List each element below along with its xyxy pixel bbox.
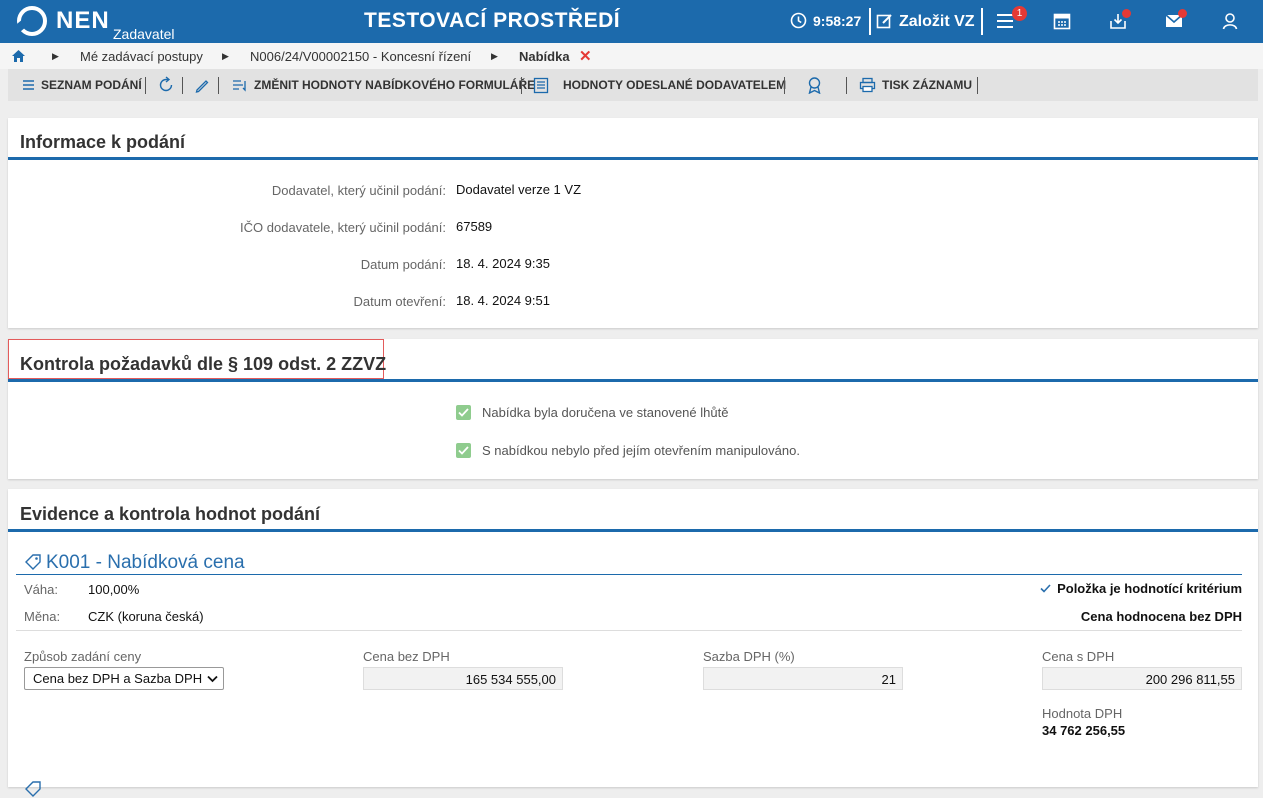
user-icon[interactable]: [1219, 10, 1241, 32]
delivered-on-time-checkbox[interactable]: [456, 405, 471, 420]
award-button[interactable]: [806, 69, 823, 101]
supplier-label: Dodavatel, který učinil podání:: [271, 183, 446, 198]
submission-info-title: Informace k podání: [20, 132, 186, 152]
toolbar-divider: [182, 77, 183, 94]
price-incl-vat-field: 200 296 811,55: [1042, 667, 1242, 690]
sort-lines-icon: [233, 80, 246, 92]
edit-icon: [876, 14, 892, 29]
chevron-down-icon: [207, 675, 218, 683]
logo-subtitle: Zadavatel: [113, 26, 175, 42]
change-form-values-button[interactable]: ZMĚNIT HODNOTY NABÍDKOVÉHO FORMULÁŘE: [232, 69, 535, 101]
submission-date-value: 18. 4. 2024 9:35: [456, 256, 550, 271]
supplier-ico-label: IČO dodavatele, který učinil podání:: [240, 220, 446, 235]
price-tag-icon: [25, 781, 41, 797]
vat-rate-label: Sazba DPH (%): [703, 649, 795, 664]
price-excl-vat-field[interactable]: 165 534 555,00: [363, 667, 563, 690]
chevron-right-icon: ▶: [491, 51, 498, 61]
top-bar: NEN Zadavatel TESTOVACÍ PROSTŘEDÍ 9:58:2…: [0, 0, 1263, 43]
environment-title: TESTOVACÍ PROSTŘEDÍ: [364, 9, 621, 32]
printer-icon: [859, 77, 876, 93]
chevron-right-icon: ▶: [222, 51, 229, 61]
submissions-list-button[interactable]: SEZNAM PODÁNÍ: [22, 69, 142, 101]
award-icon: [808, 77, 821, 94]
evaluated-label: Cena hodnocena bez DPH: [1080, 609, 1242, 624]
currency-value: CZK (koruna česká): [88, 609, 204, 624]
toolbar-divider: [784, 77, 785, 94]
supplier-ico-value: 67589: [456, 219, 493, 234]
nen-logo-icon[interactable]: [17, 6, 47, 36]
vat-amount-value: 34 762 256,55: [1042, 723, 1126, 738]
toolbar-divider: [846, 77, 847, 94]
create-vz-label: Založit VZ: [899, 12, 975, 30]
toolbar-divider: [521, 77, 522, 94]
criterion-title: K001 - Nabídková cena: [46, 552, 245, 573]
create-vz-button[interactable]: Založit VZ: [869, 8, 983, 35]
breadcrumb-item[interactable]: Mé zadávací postupy: [80, 49, 203, 64]
vat-amount-label: Hodnota DPH: [1042, 706, 1123, 721]
breadcrumb: ▶ Mé zadávací postupy ▶ N006/24/V0000215…: [0, 43, 1263, 69]
document-list-icon: [533, 77, 549, 93]
criterion-flag-label: Položka je hodnotící kritérium: [1057, 581, 1242, 596]
currency-label: Měna:: [24, 609, 61, 624]
home-icon[interactable]: [11, 49, 26, 63]
toolbar-divider: [977, 77, 978, 94]
refresh-button[interactable]: [157, 69, 175, 101]
chevron-right-icon: ▶: [52, 51, 59, 61]
supplier-value: Dodavatel verze 1 VZ: [456, 182, 582, 197]
section-underline: [8, 529, 1258, 532]
session-clock: 9:58:27: [790, 12, 861, 29]
breadcrumb-current: Nabídka: [519, 49, 570, 64]
submission-date-label: Datum podání:: [360, 257, 446, 272]
toolbar-divider: [218, 77, 219, 94]
checkmark-icon: [1040, 584, 1051, 593]
refresh-icon: [159, 76, 173, 92]
submissions-list-label: SEZNAM PODÁNÍ: [41, 78, 142, 92]
list-icon: [23, 80, 34, 90]
opening-date-value: 18. 4. 2024 9:51: [456, 293, 550, 308]
change-form-values-label: ZMĚNIT HODNOTY NABÍDKOVÉHO FORMULÁŘE: [254, 78, 536, 92]
mail-notification-dot: [1178, 9, 1187, 18]
delivered-on-time-label: Nabídka byla doručena ve stanovené lhůtě: [482, 405, 729, 420]
price-incl-vat-label: Cena s DPH: [1042, 649, 1115, 664]
price-excl-vat-label: Cena bez DPH: [363, 649, 450, 664]
evidence-title: Evidence a kontrola hodnot podání: [20, 504, 321, 524]
criterion-underline: [16, 574, 1242, 575]
edit-button[interactable]: [194, 69, 210, 101]
sent-values-button[interactable]: HODNOTY ODESLANÉ DODAVATELEM: [533, 69, 786, 101]
section-underline: [8, 157, 1258, 160]
inbox-notification-dot: [1122, 9, 1131, 18]
breadcrumb-item[interactable]: N006/24/V00002150 - Koncesní řízení: [250, 49, 471, 64]
pencil-icon: [195, 80, 209, 93]
checkmark-icon: [458, 446, 469, 455]
menu-badge: 1: [1012, 6, 1027, 21]
checkmark-icon: [458, 408, 469, 417]
print-record-label: TISK ZÁZNAMU: [882, 78, 972, 92]
vat-rate-field[interactable]: 21: [703, 667, 903, 690]
weight-label: Váha:: [24, 582, 58, 597]
price-method-value: Cena bez DPH a Sazba DPH: [33, 671, 203, 686]
opening-date-label: Datum otevření:: [353, 294, 447, 309]
divider: [16, 630, 1242, 631]
requirements-control-card: Kontrola požadavků dle § 109 odst. 2 ZZV…: [8, 339, 1258, 479]
close-icon[interactable]: ✕: [579, 47, 592, 65]
clock-text: 9:58:27: [813, 12, 862, 29]
calendar-icon[interactable]: [1051, 10, 1073, 32]
evidence-card: Evidence a kontrola hodnot podání K001 -…: [8, 489, 1258, 797]
price-method-select[interactable]: Cena bez DPH a Sazba DPH: [24, 667, 224, 690]
weight-value: 100,00%: [88, 582, 140, 597]
clock-icon: [790, 12, 807, 29]
price-tag-icon: [25, 554, 41, 570]
criterion-flag: Položka je hodnotící kritérium: [1040, 581, 1242, 596]
requirements-control-title: Kontrola požadavků dle § 109 odst. 2 ZZV…: [20, 354, 387, 374]
submission-info-card: Informace k podání Dodavatel, který učin…: [8, 118, 1258, 328]
not-manipulated-label: S nabídkou nebylo před jejím otevřením m…: [482, 443, 800, 458]
toolbar: SEZNAM PODÁNÍ ZMĚNIT HODNOTY NABÍDKOVÉHO…: [8, 69, 1258, 101]
price-method-label: Způsob zadání ceny: [24, 649, 142, 664]
section-underline: [8, 379, 1258, 382]
sent-values-label: HODNOTY ODESLANÉ DODAVATELEM: [563, 78, 787, 92]
logo-text[interactable]: NEN: [56, 7, 110, 35]
toolbar-divider: [145, 77, 146, 94]
print-record-button[interactable]: TISK ZÁZNAMU: [859, 69, 972, 101]
not-manipulated-checkbox[interactable]: [456, 443, 471, 458]
